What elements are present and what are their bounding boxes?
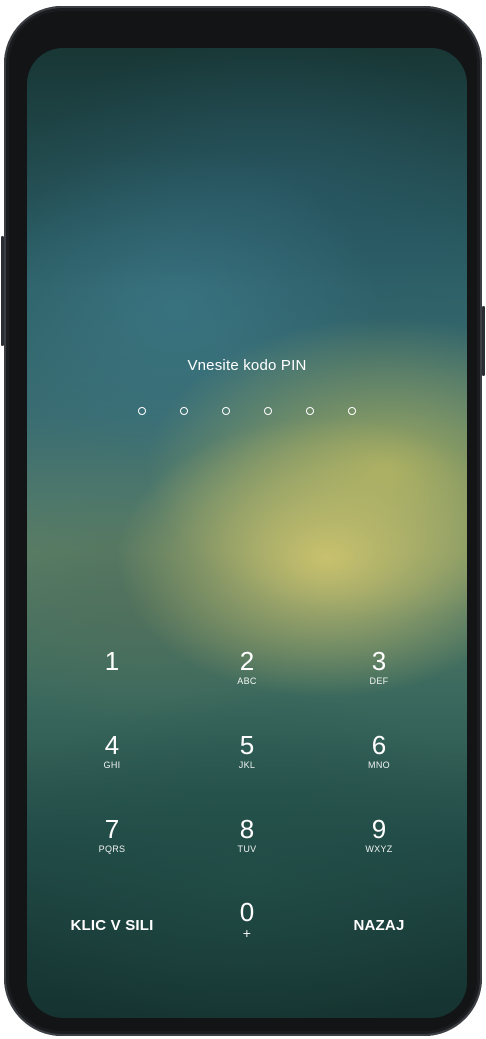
key-letters: MNO bbox=[368, 760, 390, 770]
pin-dot bbox=[180, 407, 188, 415]
key-7[interactable]: 7 PQRS bbox=[57, 815, 167, 885]
key-letters: WXYZ bbox=[365, 844, 393, 854]
key-letters: JKL bbox=[238, 760, 256, 770]
key-5[interactable]: 5 JKL bbox=[192, 731, 302, 801]
key-1[interactable]: 1 bbox=[57, 647, 167, 717]
pin-dot bbox=[348, 407, 356, 415]
key-digit: 2 bbox=[239, 646, 255, 676]
pin-dot bbox=[264, 407, 272, 415]
key-4[interactable]: 4 GHI bbox=[57, 731, 167, 801]
key-letters: + bbox=[242, 925, 252, 941]
key-digit: 6 bbox=[371, 730, 387, 760]
key-digit: 4 bbox=[104, 730, 120, 760]
key-digit: 1 bbox=[104, 646, 120, 676]
phone-frame: Vnesite kodo PIN 1 2 ABC 3 DEF 4 GHI 5 J… bbox=[1, 6, 485, 1036]
power-button bbox=[482, 306, 485, 376]
key-letters: DEF bbox=[369, 676, 389, 686]
pin-prompt: Vnesite kodo PIN bbox=[187, 357, 307, 374]
pin-indicator bbox=[27, 407, 467, 415]
pin-dot bbox=[306, 407, 314, 415]
key-9[interactable]: 9 WXYZ bbox=[324, 815, 434, 885]
key-2[interactable]: 2 ABC bbox=[192, 647, 302, 717]
key-letters: ABC bbox=[237, 676, 257, 686]
key-8[interactable]: 8 TUV bbox=[192, 815, 302, 885]
back-button[interactable]: NAZAJ bbox=[324, 898, 434, 982]
pin-dot bbox=[222, 407, 230, 415]
key-digit: 8 bbox=[239, 814, 255, 844]
key-3[interactable]: 3 DEF bbox=[324, 647, 434, 717]
key-6[interactable]: 6 MNO bbox=[324, 731, 434, 801]
key-letters: GHI bbox=[103, 760, 121, 770]
key-digit: 5 bbox=[239, 730, 255, 760]
key-letters: TUV bbox=[237, 844, 257, 854]
key-letters: PQRS bbox=[98, 844, 126, 854]
key-digit: 3 bbox=[371, 646, 387, 676]
emergency-call-button[interactable]: KLIC V SILI bbox=[57, 898, 167, 982]
key-digit: 0 bbox=[239, 897, 255, 927]
lock-screen: Vnesite kodo PIN 1 2 ABC 3 DEF 4 GHI 5 J… bbox=[27, 48, 467, 1018]
pin-dot bbox=[138, 407, 146, 415]
volume-button bbox=[1, 236, 4, 346]
key-digit: 7 bbox=[104, 814, 120, 844]
key-0[interactable]: 0 + bbox=[192, 898, 302, 968]
key-digit: 9 bbox=[371, 814, 387, 844]
